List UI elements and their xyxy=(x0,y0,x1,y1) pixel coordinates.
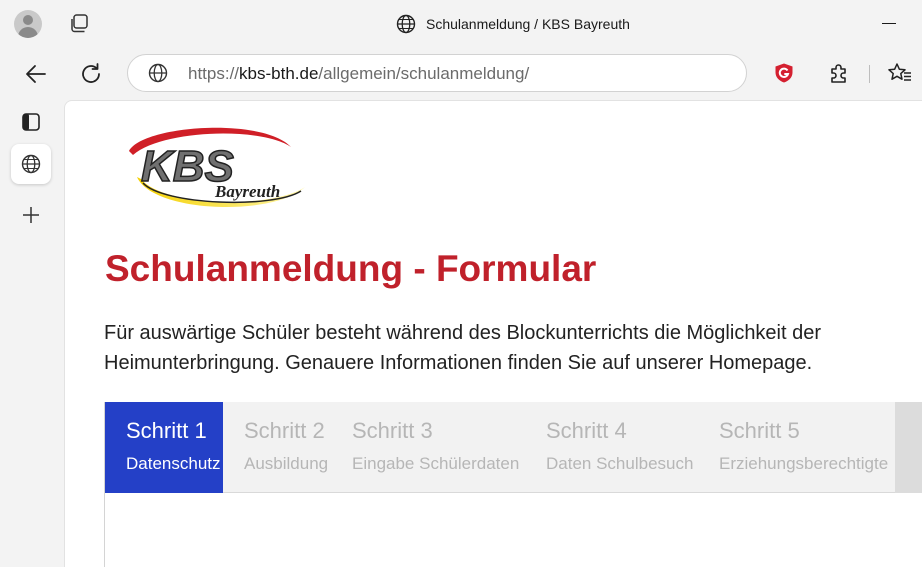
plus-icon xyxy=(23,207,39,223)
minimize-button[interactable] xyxy=(882,23,896,24)
step-title: Erziehungsberechtigte xyxy=(719,454,889,473)
toolbar-separator xyxy=(869,65,870,83)
step-title: Daten Schulbesuch xyxy=(546,454,694,473)
step-5[interactable]: Schritt 5 Erziehungsberechtigte xyxy=(719,402,895,493)
globe-icon xyxy=(21,154,41,174)
step-1[interactable]: Schritt 1 Datenschutz xyxy=(105,402,223,493)
address-bar[interactable]: https://kbs-bth.de/allgemein/schulanmeld… xyxy=(127,54,747,92)
url-prefix: https:// xyxy=(188,64,240,83)
navigation-bar: https://kbs-bth.de/allgemein/schulanmeld… xyxy=(0,48,922,100)
favorites-star-icon[interactable] xyxy=(888,62,912,84)
collapse-sidebar-button[interactable] xyxy=(11,102,51,142)
title-bar: Schulanmeldung / KBS Bayreuth xyxy=(0,0,922,48)
form-stepper: Schritt 1 Datenschutz Schritt 2 Ausbildu… xyxy=(104,402,922,567)
step-4[interactable]: Schritt 4 Daten Schulbesuch xyxy=(546,402,706,493)
page-title: Schulanmeldung - Formular xyxy=(105,248,597,289)
tab-schulanmeldung[interactable] xyxy=(11,144,51,184)
kbs-bayreuth-logo[interactable]: KBS Bayreuth xyxy=(123,121,307,213)
web-page: KBS Bayreuth Schulanmeldung - Formular F… xyxy=(64,100,922,567)
intro-line: Heimunterbringung. Genauere Informatione… xyxy=(104,352,813,374)
step-2[interactable]: Schritt 2 Ausbildung xyxy=(244,402,344,493)
site-info-globe-icon[interactable] xyxy=(148,63,168,83)
step-number: Schritt 2 xyxy=(244,418,325,443)
step-title: Eingabe Schülerdaten xyxy=(352,454,520,473)
sidebar-panel-icon xyxy=(22,113,40,131)
step-number: Schritt 4 xyxy=(546,418,627,443)
intro-line: Für auswärtige Schüler besteht während d… xyxy=(104,322,822,344)
extensions-puzzle-icon[interactable] xyxy=(828,62,850,84)
steps-bar-scroll-area xyxy=(895,402,922,493)
step-number: Schritt 3 xyxy=(352,418,433,443)
new-tab-button[interactable] xyxy=(11,195,51,235)
vertical-tabs-sidebar xyxy=(0,100,64,567)
step-3[interactable]: Schritt 3 Eingabe Schülerdaten xyxy=(352,402,537,493)
url-path: /allgemein/schulanmeldung/ xyxy=(318,64,530,83)
back-arrow-icon[interactable] xyxy=(23,61,49,87)
url-text[interactable]: https://kbs-bth.de/allgemein/schulanmeld… xyxy=(188,64,529,84)
logo-subtext: Bayreuth xyxy=(214,182,280,201)
tab-actions-icon[interactable] xyxy=(68,13,90,35)
globe-icon xyxy=(396,14,416,34)
url-domain: kbs-bth.de xyxy=(239,64,319,83)
step-title: Ausbildung xyxy=(244,454,329,473)
step-number: Schritt 5 xyxy=(719,418,800,443)
window-title: Schulanmeldung / KBS Bayreuth xyxy=(396,12,630,36)
gdata-extension-shield-icon[interactable] xyxy=(773,62,795,84)
intro-text: Für auswärtige Schüler besteht während d… xyxy=(104,318,914,378)
window-title-text: Schulanmeldung / KBS Bayreuth xyxy=(426,16,630,32)
refresh-icon[interactable] xyxy=(78,61,104,87)
step-title: Datenschutz xyxy=(126,454,221,473)
profile-avatar-icon[interactable] xyxy=(14,10,42,38)
step-number: Schritt 1 xyxy=(126,418,207,443)
